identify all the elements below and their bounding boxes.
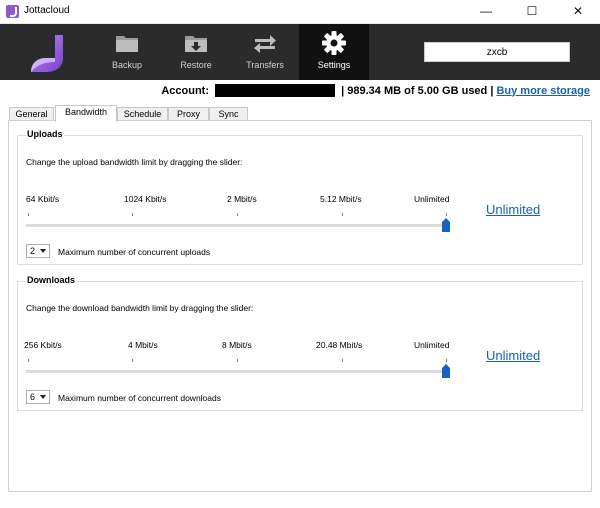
- title-bar: Jottacloud — ☐ ✕: [0, 0, 600, 24]
- toolbar-transfers-label: Transfers: [246, 60, 284, 70]
- tab-sync[interactable]: Sync: [209, 107, 248, 121]
- toolbar-backup-label: Backup: [111, 60, 143, 70]
- download-tick-label: 8 Mbit/s: [222, 340, 252, 350]
- upload-tick-label: 5.12 Mbit/s: [320, 194, 362, 204]
- upload-slider-track[interactable]: [26, 224, 450, 227]
- concurrent-downloads-value: 6: [30, 392, 36, 402]
- download-slider-track[interactable]: [26, 370, 450, 373]
- window-title: Jottacloud: [24, 5, 70, 16]
- upload-tick: [237, 213, 238, 216]
- upload-tick-label: 2 Mbit/s: [227, 194, 257, 204]
- chevron-down-icon: [40, 395, 46, 399]
- download-tick-label: 4 Mbit/s: [128, 340, 158, 350]
- gear-icon: [322, 31, 346, 55]
- download-tick: [132, 359, 133, 362]
- tab-schedule[interactable]: Schedule: [117, 107, 168, 121]
- download-limit-link[interactable]: Unlimited: [486, 348, 540, 363]
- folder-icon: [116, 36, 138, 52]
- uploads-group: Uploads Change the upload bandwidth limi…: [17, 129, 583, 265]
- tab-general[interactable]: General: [9, 107, 54, 121]
- maximize-button[interactable]: ☐: [509, 0, 555, 24]
- toolbar-restore[interactable]: Restore: [161, 24, 231, 80]
- account-bar: Account: | 989.34 MB of 5.00 GB used | B…: [161, 84, 590, 100]
- concurrent-uploads-label: Maximum number of concurrent uploads: [58, 247, 211, 257]
- concurrent-uploads-value: 2: [30, 246, 36, 256]
- transfer-arrows-icon: [254, 35, 276, 53]
- upload-limit-link[interactable]: Unlimited: [486, 202, 540, 217]
- minimize-button[interactable]: —: [463, 0, 509, 24]
- upload-slider-thumb[interactable]: [442, 218, 450, 232]
- toolbar-restore-label: Restore: [180, 60, 212, 70]
- downloads-group: Downloads Change the download bandwidth …: [17, 275, 583, 411]
- toolbar-transfers[interactable]: Transfers: [230, 24, 300, 80]
- close-button[interactable]: ✕: [555, 0, 600, 24]
- upload-tick-label: Unlimited: [414, 194, 450, 204]
- storage-usage: | 989.34 MB of 5.00 GB used |: [341, 84, 494, 97]
- chevron-down-icon: [40, 249, 46, 253]
- download-icon: [185, 36, 207, 52]
- toolbar-settings[interactable]: Settings: [299, 24, 369, 80]
- upload-tick-label: 1024 Kbit/s: [124, 194, 167, 204]
- buy-more-storage-link[interactable]: Buy more storage: [496, 85, 590, 97]
- upload-tick-label: 64 Kbit/s: [26, 194, 60, 204]
- tab-proxy[interactable]: Proxy: [168, 107, 209, 121]
- concurrent-uploads-select[interactable]: 2: [26, 244, 50, 258]
- download-tick-label: 20.48 Mbit/s: [316, 340, 363, 350]
- tab-bandwidth[interactable]: Bandwidth: [55, 105, 117, 122]
- account-label: Account:: [161, 84, 210, 97]
- bandwidth-panel: Uploads Change the upload bandwidth limi…: [8, 120, 592, 492]
- downloads-description: Change the download bandwidth limit by d…: [26, 303, 254, 313]
- uploads-description: Change the upload bandwidth limit by dra…: [26, 157, 243, 167]
- toolbar-backup[interactable]: Backup: [92, 24, 162, 80]
- main-toolbar: Backup Restore Transfers Settings zxcb: [0, 24, 600, 80]
- app-icon: [6, 5, 19, 18]
- download-tick-label: 256 Kbit/s: [24, 340, 62, 350]
- jottacloud-logo-icon: [31, 35, 63, 72]
- upload-tick: [28, 213, 29, 216]
- toolbar-settings-label: Settings: [317, 60, 351, 70]
- uploads-title: Uploads: [26, 129, 64, 139]
- upload-tick: [132, 213, 133, 216]
- download-tick-label: Unlimited: [414, 340, 450, 350]
- download-tick: [446, 359, 447, 362]
- concurrent-downloads-select[interactable]: 6: [26, 390, 50, 404]
- upload-tick: [342, 213, 343, 216]
- download-slider-thumb[interactable]: [442, 364, 450, 378]
- account-email-redacted: [215, 84, 336, 97]
- concurrent-downloads-label: Maximum number of concurrent downloads: [58, 393, 221, 403]
- downloads-title: Downloads: [26, 275, 77, 285]
- download-tick: [28, 359, 29, 362]
- download-tick: [237, 359, 238, 362]
- search-input[interactable]: [424, 42, 570, 62]
- download-tick: [342, 359, 343, 362]
- upload-tick: [446, 213, 447, 216]
